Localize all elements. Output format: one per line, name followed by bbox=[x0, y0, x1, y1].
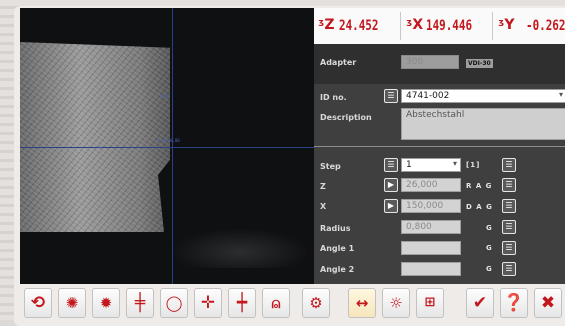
help-icon[interactable]: ❓ bbox=[500, 288, 528, 318]
tool-icon[interactable]: ⚙ bbox=[302, 288, 330, 318]
close-icon[interactable]: ✖ bbox=[534, 288, 562, 318]
angle2-label: Angle 2 bbox=[320, 265, 355, 274]
radius-flag: G bbox=[486, 224, 493, 232]
radius-list-button[interactable]: ☰ bbox=[502, 220, 516, 234]
crosshair-vertical bbox=[172, 8, 173, 284]
crosshair-z-icon[interactable]: ╪ bbox=[126, 288, 154, 318]
edge-icon[interactable]: ┿ bbox=[228, 288, 256, 318]
adapter-label: Adapter bbox=[320, 58, 357, 67]
marker-icon: ✛ bbox=[98, 144, 102, 151]
x-axis-icon: ᶾX bbox=[406, 17, 424, 33]
move-icon[interactable]: ↔ bbox=[348, 288, 376, 318]
z-axis-icon: ᶾZ bbox=[318, 17, 335, 33]
step-count: [1] bbox=[466, 161, 481, 169]
x-readout: 149.446 bbox=[426, 18, 473, 34]
radius-label: Radius bbox=[320, 224, 351, 233]
angle1-field[interactable] bbox=[401, 241, 461, 255]
z-label: Z bbox=[320, 182, 326, 191]
camera-view[interactable]: 8,65 0,00/0,00 ✛ bbox=[20, 8, 314, 284]
id-select[interactable]: 4741-002 bbox=[401, 89, 565, 103]
divider bbox=[314, 146, 565, 147]
description-label: Description bbox=[320, 113, 372, 122]
y-axis-icon: ᶾY bbox=[498, 17, 515, 33]
z-field[interactable]: 26,000 bbox=[401, 178, 461, 192]
angle1-flag: G bbox=[486, 244, 493, 252]
z-flags: R A G bbox=[466, 182, 493, 190]
rotate-icon[interactable]: ⟲ bbox=[24, 288, 52, 318]
camera-label: 0,00/0,00 bbox=[158, 138, 180, 143]
play-icon[interactable]: ▶ bbox=[384, 199, 398, 213]
probe-icon[interactable]: ⍝ bbox=[262, 288, 290, 318]
z-list-button[interactable]: ☰ bbox=[502, 178, 516, 192]
angle1-list-button[interactable]: ☰ bbox=[502, 241, 516, 255]
circle-x-icon[interactable]: ◯ bbox=[160, 288, 188, 318]
chevron-down-icon[interactable]: ▾ bbox=[453, 159, 457, 168]
step-select[interactable]: 1 bbox=[401, 158, 461, 172]
angle2-field[interactable] bbox=[401, 262, 461, 276]
x-list-button[interactable]: ☰ bbox=[502, 199, 516, 213]
step-list-button[interactable]: ☰ bbox=[502, 158, 516, 172]
x-flags: D A G bbox=[466, 203, 493, 211]
x-field[interactable]: 150,000 bbox=[401, 199, 461, 213]
description-field[interactable]: Abstechstahl bbox=[401, 108, 565, 140]
z-readout: 24.452 bbox=[339, 18, 379, 34]
list-icon[interactable]: ☰ bbox=[384, 158, 398, 172]
step-label: Step bbox=[320, 162, 341, 171]
light-alt-icon[interactable]: ✹ bbox=[92, 288, 120, 318]
position-readout: ᶾZ 24.452 ᶾX 149.446 ᶾY -0.262 bbox=[314, 8, 565, 45]
camera-label: 8,65 bbox=[160, 94, 170, 99]
angle2-list-button[interactable]: ☰ bbox=[502, 262, 516, 276]
angle1-label: Angle 1 bbox=[320, 244, 355, 253]
adapter-field: 300 bbox=[401, 55, 459, 69]
crosshair-icon[interactable]: ✛ bbox=[194, 288, 222, 318]
focus-icon[interactable]: ☼ bbox=[382, 288, 410, 318]
angle2-flag: G bbox=[486, 265, 493, 273]
crosshair-horizontal bbox=[20, 147, 314, 148]
bottom-toolbar: ⟲ ✺ ✹ ╪ ◯ ✛ ┿ ⍝ ⚙ ↔ ☼ ⊞ ✔ ❓ ✖ bbox=[20, 286, 565, 320]
radius-field[interactable]: 0,800 bbox=[401, 220, 461, 234]
list-icon[interactable]: ☰ bbox=[384, 89, 398, 103]
chevron-down-icon[interactable]: ▾ bbox=[559, 90, 563, 99]
confirm-icon[interactable]: ✔ bbox=[466, 288, 494, 318]
zx-icon[interactable]: ⊞ bbox=[416, 288, 444, 318]
x-label: X bbox=[320, 202, 327, 211]
y-readout: -0.262 bbox=[526, 18, 565, 34]
tool-data-panel: Adapter 300 VDI-30 ID no. ☰ 4741-002 ▾ D… bbox=[314, 44, 565, 284]
light-icon[interactable]: ✺ bbox=[58, 288, 86, 318]
id-label: ID no. bbox=[320, 93, 347, 102]
play-icon[interactable]: ▶ bbox=[384, 178, 398, 192]
tool-image bbox=[20, 42, 170, 232]
adapter-type: VDI-30 bbox=[466, 59, 493, 68]
